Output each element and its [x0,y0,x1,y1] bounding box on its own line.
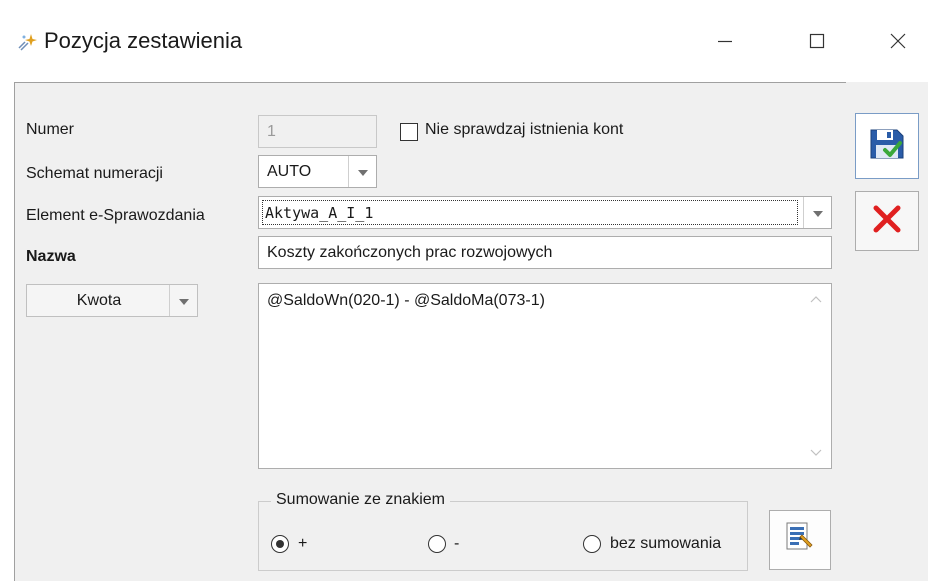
chevron-down-icon [812,204,823,222]
kwota-label: Kwota [76,291,122,309]
nazwa-value: Koszty zakończonych prac rozwojowych [267,243,553,261]
element-dropdown-button[interactable] [803,197,831,228]
radio-minus[interactable] [428,535,446,553]
element-select[interactable]: Aktywa_A_I_1 [258,196,832,229]
nie-sprawdzaj-checkbox[interactable] [400,123,418,141]
maximize-icon [808,32,826,50]
numer-field: 1 [258,115,377,148]
radio-bez-sumowania[interactable] [583,535,601,553]
formula-editor-button[interactable] [769,510,831,570]
dialog-window: Pozycja zestawienia Numer 1 Nie sprawdza… [0,0,928,581]
schemat-select[interactable]: AUTO [258,155,377,188]
kwota-dropdown[interactable]: Kwota [26,284,198,317]
radio-plus[interactable] [271,535,289,553]
chevron-down-icon [810,444,822,462]
chevron-down-icon [178,292,189,310]
numer-value: 1 [267,122,276,140]
close-button[interactable] [870,16,926,66]
radio-plus-label[interactable]: + [298,535,307,553]
kwota-dropdown-button[interactable] [169,285,197,316]
window-title: Pozycja zestawienia [44,28,243,53]
element-value: Aktywa_A_I_1 [265,203,374,222]
save-button[interactable] [855,113,919,179]
scroll-up-button[interactable] [809,292,823,306]
chevron-up-icon [810,290,822,308]
schemat-value: AUTO [267,162,312,180]
minimize-icon [716,32,734,50]
app-sparkle-icon [16,32,38,52]
nazwa-input[interactable]: Koszty zakończonych prac rozwojowych [258,236,832,269]
cancel-button[interactable] [855,191,919,251]
nazwa-label: Nazwa [26,248,76,265]
nie-sprawdzaj-label[interactable]: Nie sprawdzaj istnienia kont [425,121,623,139]
chevron-down-icon [357,163,368,181]
formula-text: @SaldoWn(020-1) - @SaldoMa(073-1) [267,292,545,309]
formula-textarea[interactable]: @SaldoWn(020-1) - @SaldoMa(073-1) [258,283,832,469]
radio-minus-label[interactable]: - [454,535,459,553]
title-bar: Pozycja zestawienia [0,0,928,82]
element-label: Element e-Sprawozdania [26,207,205,224]
scroll-down-button[interactable] [809,446,823,460]
schemat-label: Schemat numeracji [26,165,163,182]
maximize-button[interactable] [789,16,845,66]
radio-bez-sumowania-label[interactable]: bez sumowania [610,535,721,553]
close-icon [889,32,907,50]
sumowanie-title: Sumowanie ze znakiem [271,491,450,509]
formula-editor-icon [784,521,816,560]
minimize-button[interactable] [697,16,753,66]
cancel-x-icon [871,203,903,240]
schemat-dropdown-button[interactable] [348,156,376,187]
numer-label: Numer [26,121,75,138]
save-disk-icon [867,124,907,169]
